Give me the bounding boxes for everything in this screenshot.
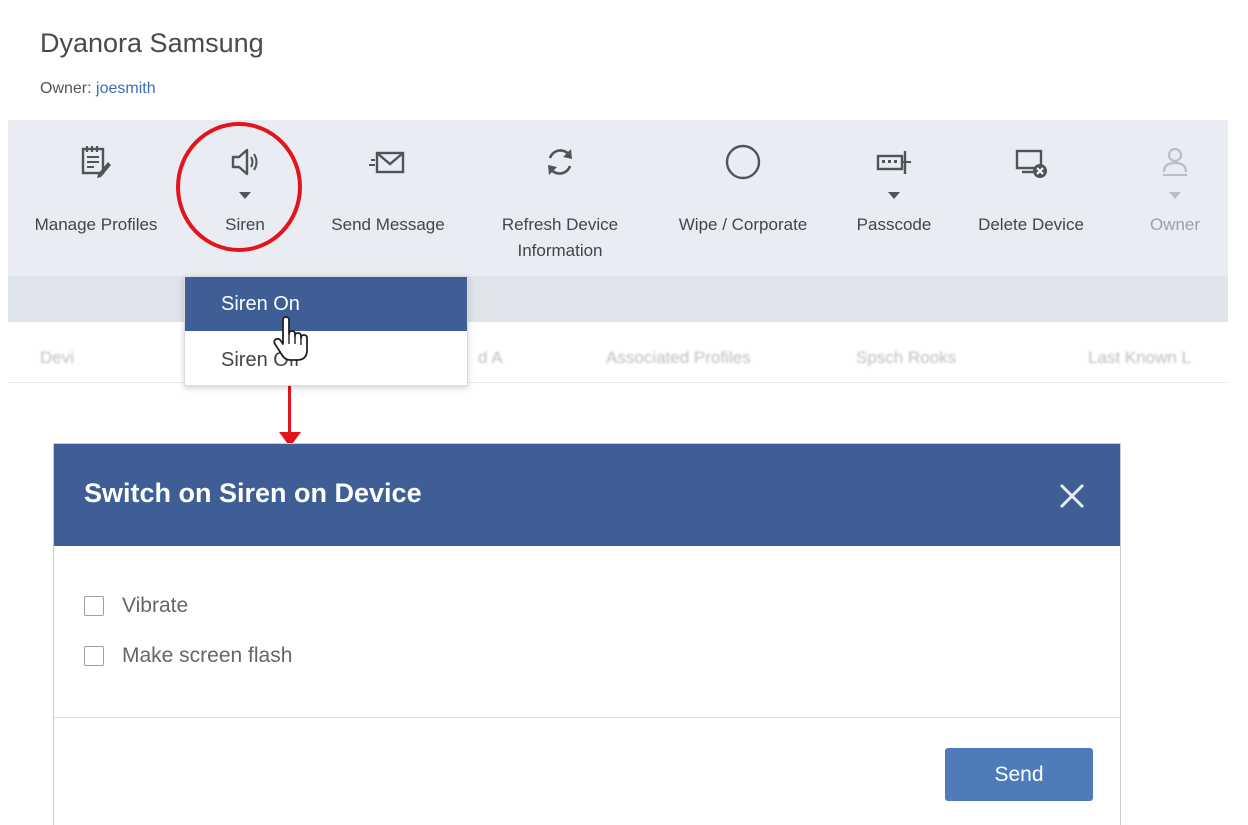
dialog-divider — [54, 717, 1120, 718]
screen-flash-option[interactable]: Make screen flash — [84, 641, 292, 671]
owner-label: Owner — [1149, 215, 1201, 234]
wipe-corporate-label: Wipe / Corporate — [678, 215, 808, 234]
send-button[interactable]: Send — [945, 748, 1093, 801]
passcode-icon — [876, 151, 911, 174]
tab-hidden[interactable]: d A — [478, 348, 503, 368]
chevron-down-icon — [888, 192, 900, 199]
send-message-label: Send Message — [331, 215, 445, 234]
circle-icon — [725, 144, 761, 180]
refresh-icon — [548, 149, 572, 175]
owner-prefix: Owner: — [40, 80, 97, 97]
vibrate-option[interactable]: Vibrate — [84, 591, 188, 621]
menu-item-siren-off[interactable]: Siren Off — [185, 333, 467, 387]
annotation-ring — [176, 122, 302, 252]
delete-device-button[interactable]: Delete Device — [966, 120, 1096, 276]
vibrate-label: Vibrate — [122, 594, 189, 617]
manage-profiles-label: Manage Profiles — [34, 215, 158, 234]
chevron-down-icon — [1169, 192, 1181, 199]
close-icon[interactable] — [1058, 482, 1086, 510]
dialog-title: Switch on Siren on Device — [84, 478, 422, 508]
siren-dropdown-menu: Siren On Siren Off — [184, 276, 468, 386]
delete-device-icon — [1015, 149, 1047, 178]
owner-link[interactable]: joesmith — [96, 80, 156, 97]
passcode-button[interactable]: Passcode — [844, 120, 944, 276]
screen-flash-label: Make screen flash — [122, 644, 293, 667]
tab-devices[interactable]: Devi — [40, 348, 74, 368]
menu-item-siren-on[interactable]: Siren On — [185, 277, 467, 331]
owner-line: Owner: joesmith — [40, 80, 156, 98]
dialog-header: Switch on Siren on Device — [54, 444, 1120, 546]
owner-button[interactable]: Owner — [1130, 120, 1220, 276]
tab-associated-profiles[interactable]: Associated Profiles — [606, 348, 751, 368]
tab-other[interactable]: Spsch Rooks — [856, 348, 956, 368]
wipe-corporate-button[interactable]: Wipe / Corporate — [660, 120, 826, 276]
manage-profiles-button[interactable]: Manage Profiles — [16, 120, 176, 276]
envelope-icon — [369, 151, 405, 174]
refresh-device-button[interactable]: Refresh Device Information — [478, 120, 642, 276]
hand-cursor-icon — [273, 316, 308, 361]
vibrate-checkbox[interactable] — [84, 596, 104, 616]
owner-icon — [1162, 147, 1188, 176]
refresh-device-label: Refresh Device Information — [501, 215, 619, 260]
screen-flash-checkbox[interactable] — [84, 646, 104, 666]
device-title: Dyanora Samsung — [40, 28, 264, 58]
tab-last-known-location[interactable]: Last Known L — [1088, 348, 1191, 368]
siren-dialog: Switch on Siren on Device Vibrate Make s… — [53, 443, 1121, 825]
passcode-label: Passcode — [856, 215, 932, 234]
manage-profiles-icon — [81, 146, 111, 178]
device-header: Dyanora Samsung Owner: joesmith — [0, 0, 1248, 118]
delete-device-label: Delete Device — [978, 215, 1084, 234]
send-message-button[interactable]: Send Message — [313, 120, 463, 276]
